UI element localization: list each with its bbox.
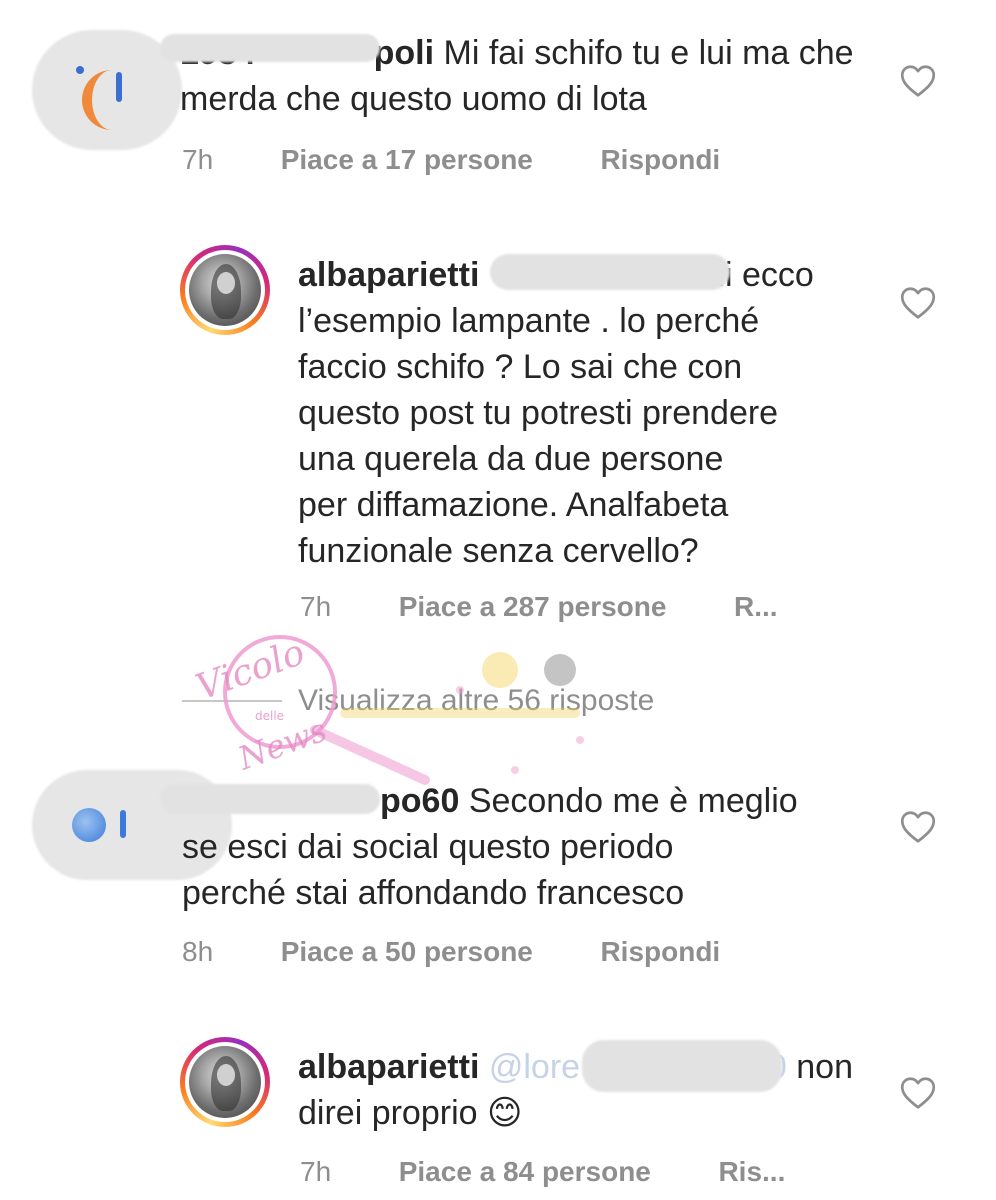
likes-count[interactable]: Piace a 287 persone: [399, 591, 667, 622]
username[interactable]: albaparietti: [298, 256, 479, 294]
comment-body-line2: merda che questo uomo di lota: [180, 80, 647, 118]
view-more-divider: [182, 700, 282, 702]
avatar-partial-blue: [72, 808, 106, 842]
avatar-partial-blue: [116, 72, 122, 102]
profile-avatar[interactable]: [180, 1037, 270, 1127]
view-more-label[interactable]: Visualizza altre 56 risposte: [298, 684, 654, 718]
comment-time: 7h: [300, 1156, 332, 1187]
avatar-partial-blue-dot: [76, 66, 84, 74]
redacted-username-scribble: [160, 784, 380, 814]
reply-button[interactable]: Rispondi: [600, 936, 720, 967]
heart-outline-icon[interactable]: [900, 64, 936, 98]
comment-body-line1: Mi fai schifo tu e lui ma che: [443, 34, 854, 72]
profile-avatar[interactable]: [180, 245, 270, 335]
heart-outline-icon[interactable]: [900, 286, 936, 320]
svg-text:delle: delle: [255, 709, 284, 723]
username[interactable]: albaparietti: [298, 1048, 479, 1086]
watermark-text: Vicolo: [191, 632, 310, 709]
mention[interactable]: @lore: [489, 1048, 580, 1086]
redacted-mention-scribble: [582, 1040, 782, 1092]
reply-button[interactable]: Rispondi: [600, 144, 720, 175]
comment-meta: 7h Piace a 17 persone Rispondi: [182, 143, 720, 177]
likes-count[interactable]: Piace a 84 persone: [399, 1156, 651, 1187]
avatar-photo: [189, 254, 261, 326]
smiling-face-emoji: 😊: [486, 1094, 523, 1132]
likes-count[interactable]: Piace a 17 persone: [281, 144, 533, 175]
heart-outline-icon[interactable]: [900, 1076, 936, 1110]
comment-time: 7h: [300, 591, 332, 622]
likes-count[interactable]: Piace a 50 persone: [281, 936, 533, 967]
redacted-username-scribble: [160, 34, 380, 62]
comment-time: 8h: [182, 936, 214, 967]
reply-button[interactable]: R...: [734, 591, 778, 622]
comment-time: 7h: [182, 144, 214, 175]
username-tail[interactable]: poli: [374, 34, 434, 72]
username-tail[interactable]: po60: [380, 782, 459, 820]
avatar-photo: [189, 1046, 261, 1118]
redacted-mention-scribble: [490, 254, 730, 290]
svg-text:News: News: [232, 711, 331, 778]
comment-meta: 7h Piace a 287 persone R...: [300, 590, 778, 624]
comment-meta: 8h Piace a 50 persone Rispondi: [182, 935, 720, 969]
reply-button[interactable]: Ris...: [718, 1156, 785, 1187]
comment-text: albaparietti li ecco l’esempio lampante …: [298, 256, 814, 570]
comment-meta: 7h Piace a 84 persone Ris...: [300, 1155, 785, 1189]
heart-outline-icon[interactable]: [900, 810, 936, 844]
